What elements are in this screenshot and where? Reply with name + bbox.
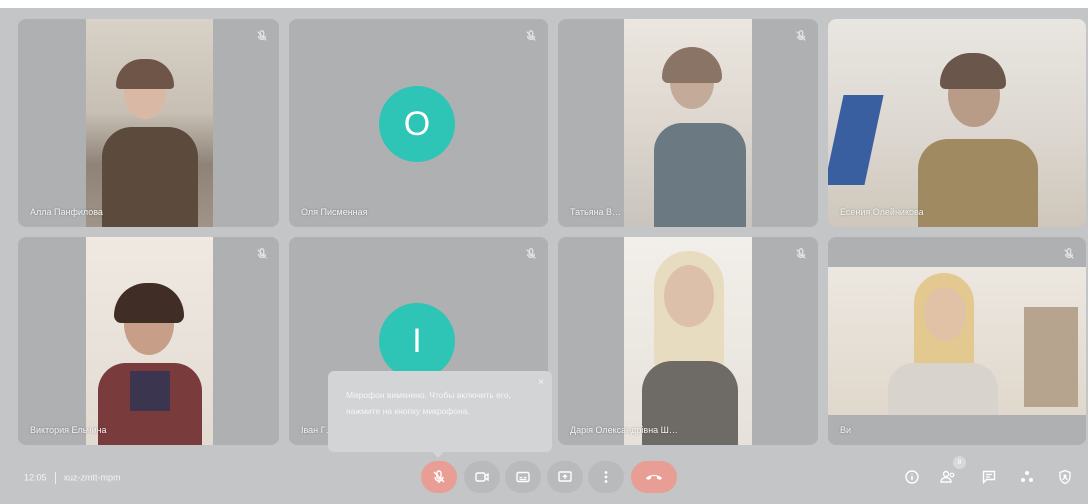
meeting-info-button[interactable] bbox=[901, 466, 923, 488]
present-screen-button[interactable] bbox=[547, 461, 583, 493]
participant-video bbox=[828, 267, 1086, 415]
captions-button[interactable] bbox=[505, 461, 541, 493]
end-call-button[interactable] bbox=[631, 461, 677, 493]
participant-name: Татьяна В… bbox=[570, 207, 622, 217]
participant-video bbox=[86, 19, 213, 227]
participant-name: Есения Олейникова bbox=[840, 207, 924, 217]
participant-name: Виктория Ельчина bbox=[30, 425, 107, 435]
captions-icon bbox=[516, 471, 530, 483]
chat-icon bbox=[982, 470, 996, 485]
tooltip-arrow bbox=[431, 450, 445, 458]
mic-off-icon bbox=[526, 30, 536, 41]
hang-up-icon bbox=[646, 475, 662, 480]
participant-avatar: О bbox=[379, 86, 455, 162]
chat-button[interactable] bbox=[978, 466, 1000, 488]
people-count-badge: 8 bbox=[953, 456, 966, 469]
mic-toggle-button[interactable] bbox=[421, 461, 457, 493]
tooltip-text: Мікрофон вимкнено. Чтобы включить его, н… bbox=[346, 390, 511, 416]
info-icon bbox=[905, 470, 919, 484]
meeting-details: 12:05 xuz-zmtt-mpm bbox=[24, 472, 121, 484]
meeting-divider bbox=[54, 472, 56, 484]
participant-name: Дарія Олександрівна Ш… bbox=[570, 425, 678, 435]
participant-tile[interactable]: Дарія Олександрівна Ш… bbox=[558, 237, 818, 445]
people-button[interactable] bbox=[937, 466, 959, 488]
mic-off-icon bbox=[257, 30, 267, 41]
mic-off-icon bbox=[257, 248, 267, 259]
meeting-time: 12:05 bbox=[24, 472, 47, 483]
participant-video bbox=[624, 237, 752, 445]
meeting-code: xuz-zmtt-mpm bbox=[63, 472, 121, 483]
mic-off-icon bbox=[1064, 248, 1074, 259]
participant-video bbox=[828, 19, 1086, 227]
activities-button[interactable] bbox=[1016, 466, 1038, 488]
participant-avatar: І bbox=[379, 303, 455, 379]
participant-tile[interactable]: Есения Олейникова bbox=[828, 19, 1086, 227]
tooltip-close-button[interactable]: × bbox=[538, 375, 544, 391]
participant-video bbox=[86, 237, 213, 445]
more-options-button[interactable] bbox=[588, 461, 624, 493]
participant-tile[interactable]: Татьяна В… bbox=[558, 19, 818, 227]
host-controls-button[interactable] bbox=[1054, 466, 1076, 488]
shield-lock-icon bbox=[1059, 469, 1071, 485]
participant-video bbox=[624, 19, 752, 227]
window-top-edge bbox=[0, 0, 1088, 8]
participant-name: Оля Писменная bbox=[301, 207, 368, 217]
participant-name: Алла Панфилова bbox=[30, 207, 103, 217]
mic-off-icon bbox=[796, 248, 806, 259]
camera-toggle-button[interactable] bbox=[464, 461, 500, 493]
participant-tile[interactable]: Ви bbox=[828, 237, 1086, 445]
activities-icon bbox=[1021, 471, 1033, 482]
mic-off-icon bbox=[796, 30, 806, 41]
participant-tile[interactable]: Виктория Ельчина bbox=[18, 237, 279, 445]
mic-off-icon bbox=[433, 470, 445, 483]
participant-tile[interactable]: О Оля Писменная bbox=[289, 19, 548, 227]
participant-name: Ви bbox=[840, 425, 852, 435]
mic-off-icon bbox=[526, 248, 536, 259]
participant-tile[interactable]: Алла Панфилова bbox=[18, 19, 279, 227]
people-icon bbox=[940, 470, 955, 483]
present-screen-icon bbox=[558, 471, 572, 482]
mic-muted-tooltip: Мікрофон вимкнено. Чтобы включить его, н… bbox=[328, 371, 552, 452]
camera-icon bbox=[475, 472, 489, 482]
more-vert-icon bbox=[604, 471, 608, 483]
